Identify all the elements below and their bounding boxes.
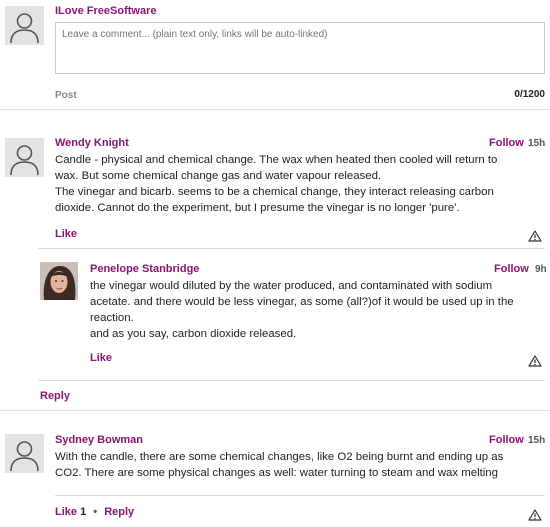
reply-author[interactable]: Penelope Stanbridge bbox=[90, 263, 199, 275]
reply-avatar[interactable] bbox=[40, 262, 78, 300]
warning-triangle-icon[interactable] bbox=[528, 355, 542, 367]
thread-divider bbox=[0, 410, 550, 411]
reply-button[interactable]: Reply bbox=[40, 390, 70, 402]
composer-user-name: ILove FreeSoftware bbox=[55, 5, 157, 17]
reply-body: the vinegar would diluted by the water p… bbox=[90, 278, 550, 342]
comment-line: Candle - physical and chemical change. T… bbox=[55, 154, 498, 166]
comment-actions: Like 1 • Reply bbox=[55, 506, 134, 518]
reply-button[interactable]: Reply bbox=[104, 506, 134, 518]
like-count: 1 bbox=[80, 506, 87, 518]
follow-button[interactable]: Follow bbox=[489, 434, 524, 446]
default-avatar-icon bbox=[5, 6, 44, 45]
like-button[interactable]: Like bbox=[55, 228, 77, 240]
comment-author[interactable]: Sydney Bowman bbox=[55, 434, 143, 446]
like-button[interactable]: Like bbox=[90, 352, 112, 364]
comment-line: With the candle, there are some chemical… bbox=[55, 451, 504, 463]
char-counter: 0/1200 bbox=[514, 89, 545, 100]
follow-button[interactable]: Follow bbox=[489, 137, 524, 149]
reply-divider bbox=[38, 380, 545, 381]
comment-input[interactable] bbox=[55, 22, 545, 74]
comment-body: Candle - physical and chemical change. T… bbox=[55, 152, 550, 216]
avatar[interactable] bbox=[5, 434, 44, 473]
comment-divider bbox=[55, 495, 545, 496]
comment-line: wax. But some chemical change gas and wa… bbox=[55, 170, 382, 182]
reply-line: reaction. bbox=[90, 312, 134, 324]
comment-age: 15h bbox=[528, 435, 546, 446]
reply-age: 9h bbox=[535, 264, 547, 275]
comment-line: The vinegar and bicarb. seems to be a ch… bbox=[55, 186, 494, 198]
avatar[interactable] bbox=[5, 138, 44, 177]
comment-line: dioxide. Cannot do the experiment, but I… bbox=[55, 202, 460, 214]
comment-body: With the candle, there are some chemical… bbox=[55, 449, 550, 481]
comment-age: 15h bbox=[528, 138, 546, 149]
action-separator: • bbox=[93, 506, 98, 518]
comment-author[interactable]: Wendy Knight bbox=[55, 137, 129, 149]
current-user-avatar bbox=[5, 6, 44, 45]
warning-triangle-icon[interactable] bbox=[528, 509, 542, 521]
reply-line: and as you say, carbon dioxide released. bbox=[90, 328, 297, 340]
warning-triangle-icon[interactable] bbox=[528, 230, 542, 242]
comment-divider bbox=[38, 248, 545, 249]
default-avatar-icon bbox=[5, 434, 44, 473]
follow-button[interactable]: Follow bbox=[494, 263, 529, 275]
comment-line: CO2. There are some physical changes as … bbox=[55, 467, 498, 479]
default-avatar-icon bbox=[5, 138, 44, 177]
user-photo-icon bbox=[40, 262, 78, 300]
composer-divider bbox=[0, 109, 550, 110]
like-button[interactable]: Like bbox=[55, 506, 77, 518]
reply-line: acetate. and there would be less vinegar… bbox=[90, 296, 514, 308]
reply-line: the vinegar would diluted by the water p… bbox=[90, 280, 493, 292]
post-button[interactable]: Post bbox=[55, 90, 77, 101]
